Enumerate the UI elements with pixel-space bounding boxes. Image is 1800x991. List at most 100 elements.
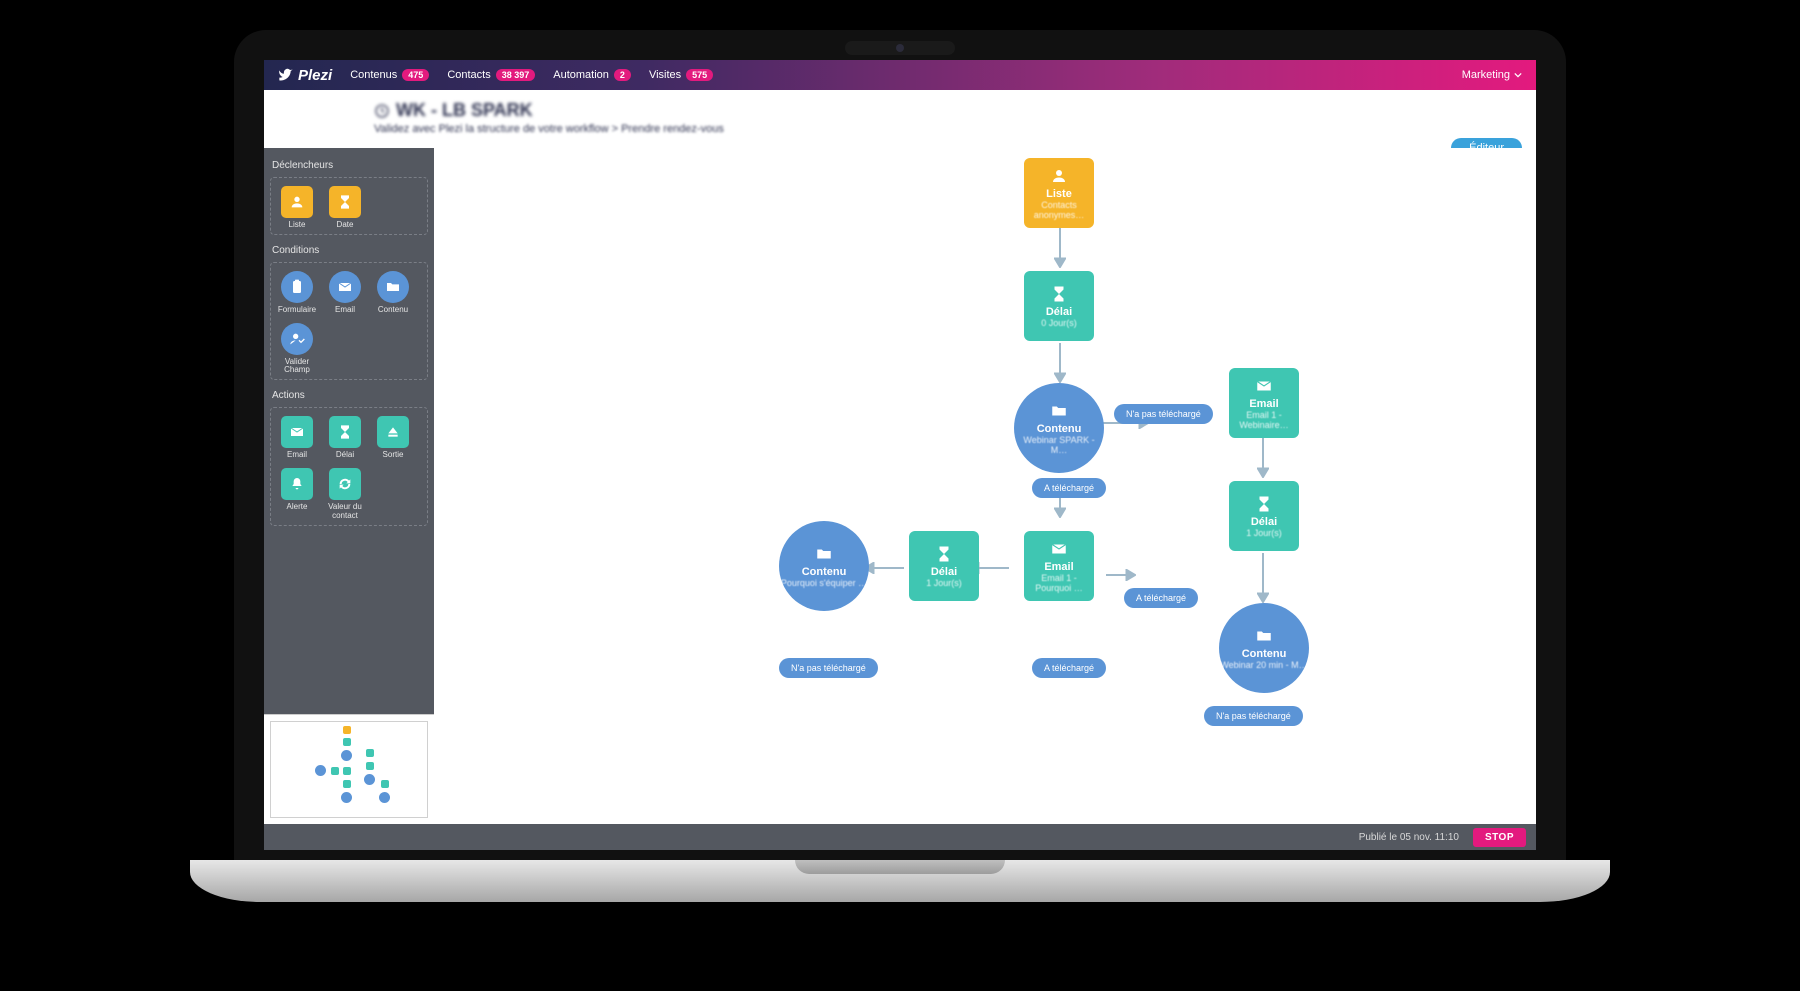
tile-label: Liste [289, 221, 306, 230]
clipboard-icon [289, 279, 305, 295]
triggers-box: Liste Date [270, 177, 428, 235]
nav-visites[interactable]: Visites 575 [649, 69, 713, 81]
node-delai-1[interactable]: Délai 0 Jour(s) [1024, 271, 1094, 341]
bird-icon [278, 67, 294, 83]
nav-label: Contacts [447, 69, 490, 81]
node-sub: 1 Jour(s) [1246, 528, 1282, 538]
brand-text: Plezi [298, 67, 332, 84]
tile-label: Délai [336, 451, 354, 460]
node-title: Email [1249, 398, 1278, 410]
node-delai-left[interactable]: Délai 1 Jour(s) [909, 531, 979, 601]
node-email-right[interactable]: Email Email 1 - Webinaire… [1229, 368, 1299, 438]
action-alerte[interactable]: Alerte [277, 468, 317, 521]
section-actions: Actions Email Délai [270, 390, 428, 525]
edge-label: N'a pas téléchargé [1114, 404, 1213, 424]
nav-contenus[interactable]: Contenus 475 [350, 69, 429, 81]
edge-label: A téléchargé [1124, 588, 1198, 608]
edge-label: A téléchargé [1032, 478, 1106, 498]
laptop-mockup: Plezi Contenus 475 Contacts 38 397 Autom… [190, 30, 1610, 950]
published-label: Publié le 05 nov. 11:10 [1359, 832, 1459, 843]
node-title: Délai [1046, 306, 1072, 318]
node-contenu-1[interactable]: Contenu Webinar SPARK - M… [1014, 383, 1104, 473]
hourglass-icon [1255, 495, 1273, 513]
arrow [1054, 343, 1066, 388]
folder-icon [1255, 627, 1273, 645]
user-icon [1050, 167, 1068, 185]
nav-badge: 38 397 [496, 69, 536, 81]
bezel: Plezi Contenus 475 Contacts 38 397 Autom… [234, 30, 1566, 860]
action-valeur-contact[interactable]: Valeur du contact [325, 468, 365, 521]
nav-automation[interactable]: Automation 2 [553, 69, 631, 81]
node-sub: 1 Jour(s) [926, 578, 962, 588]
arrow [1257, 438, 1269, 483]
app-screen: Plezi Contenus 475 Contacts 38 397 Autom… [264, 60, 1536, 850]
condition-email[interactable]: Email [325, 271, 365, 315]
tile-label: Alerte [287, 503, 308, 512]
mail-check-icon [337, 279, 353, 295]
node-sub: Pourquoi s'équiper … [781, 578, 867, 588]
nav-label: Visites [649, 69, 681, 81]
page-header: WK - LB SPARK Validez avec Plezi la stru… [264, 90, 1536, 148]
minimap[interactable] [264, 714, 434, 824]
tile-label: Date [337, 221, 354, 230]
camera [845, 41, 955, 55]
node-sub: 0 Jour(s) [1041, 318, 1077, 328]
nav-label: Contenus [350, 69, 397, 81]
condition-contenu[interactable]: Contenu [373, 271, 413, 315]
trigger-liste[interactable]: Liste [277, 186, 317, 230]
brand-logo[interactable]: Plezi [278, 67, 332, 84]
arrow [1106, 568, 1136, 586]
clock-icon [374, 103, 390, 119]
nav-contacts[interactable]: Contacts 38 397 [447, 69, 535, 81]
mail-icon [1255, 377, 1273, 395]
node-title: Liste [1046, 188, 1072, 200]
nav-badge: 475 [402, 69, 429, 81]
node-sub: Webinar 20 min - M… [1220, 660, 1307, 670]
condition-formulaire[interactable]: Formulaire [277, 271, 317, 315]
node-title: Email [1044, 561, 1073, 573]
node-email-center[interactable]: Email Email 1 - Pourquoi … [1024, 531, 1094, 601]
nav-user-menu[interactable]: Marketing [1462, 69, 1522, 81]
user-icon [289, 194, 305, 210]
workspace: Déclencheurs Liste Date [264, 148, 1536, 824]
nav-label: Automation [553, 69, 609, 81]
node-title: Contenu [1037, 423, 1082, 435]
node-title: Contenu [802, 566, 847, 578]
actions-box: Email Délai Sortie [270, 407, 428, 525]
folder-icon [1050, 402, 1068, 420]
node-sub: Email 1 - Webinaire… [1229, 410, 1299, 430]
node-delai-right[interactable]: Délai 1 Jour(s) [1229, 481, 1299, 551]
edge-label: N'a pas téléchargé [779, 658, 878, 678]
conditions-box: Formulaire Email Contenu [270, 262, 428, 380]
edge-label: N'a pas téléchargé [1204, 706, 1303, 726]
mail-icon [1050, 540, 1068, 558]
node-contenu-left[interactable]: Contenu Pourquoi s'équiper … [779, 521, 869, 611]
node-title: Contenu [1242, 648, 1287, 660]
node-sub: Contacts anonymes… [1024, 200, 1094, 220]
node-contenu-right[interactable]: Contenu Webinar 20 min - M… [1219, 603, 1309, 693]
condition-valider-champ[interactable]: Valider Champ [277, 323, 317, 376]
arrow [864, 561, 904, 579]
eject-icon [385, 424, 401, 440]
arrow [1257, 553, 1269, 608]
nav-badge: 575 [686, 69, 713, 81]
node-title: Délai [1251, 516, 1277, 528]
hourglass-icon [935, 545, 953, 563]
stop-button[interactable]: STOP [1473, 828, 1526, 847]
edge-label: A téléchargé [1032, 658, 1106, 678]
workflow-canvas[interactable]: Liste Contacts anonymes… Délai 0 Jour(s)… [434, 148, 1536, 824]
action-email[interactable]: Email [277, 416, 317, 460]
trigger-date[interactable]: Date [325, 186, 365, 230]
action-sortie[interactable]: Sortie [373, 416, 413, 460]
tile-label: Email [287, 451, 307, 460]
tile-label: Contenu [378, 306, 408, 315]
top-nav: Plezi Contenus 475 Contacts 38 397 Autom… [264, 60, 1536, 90]
node-liste[interactable]: Liste Contacts anonymes… [1024, 158, 1094, 228]
section-conditions: Conditions Formulaire Email [270, 245, 428, 380]
action-delai[interactable]: Délai [325, 416, 365, 460]
refresh-icon [337, 476, 353, 492]
nav-user-label: Marketing [1462, 69, 1510, 81]
section-declencheurs: Déclencheurs Liste Date [270, 160, 428, 235]
tile-label: Valider Champ [277, 358, 317, 376]
mail-icon [289, 424, 305, 440]
